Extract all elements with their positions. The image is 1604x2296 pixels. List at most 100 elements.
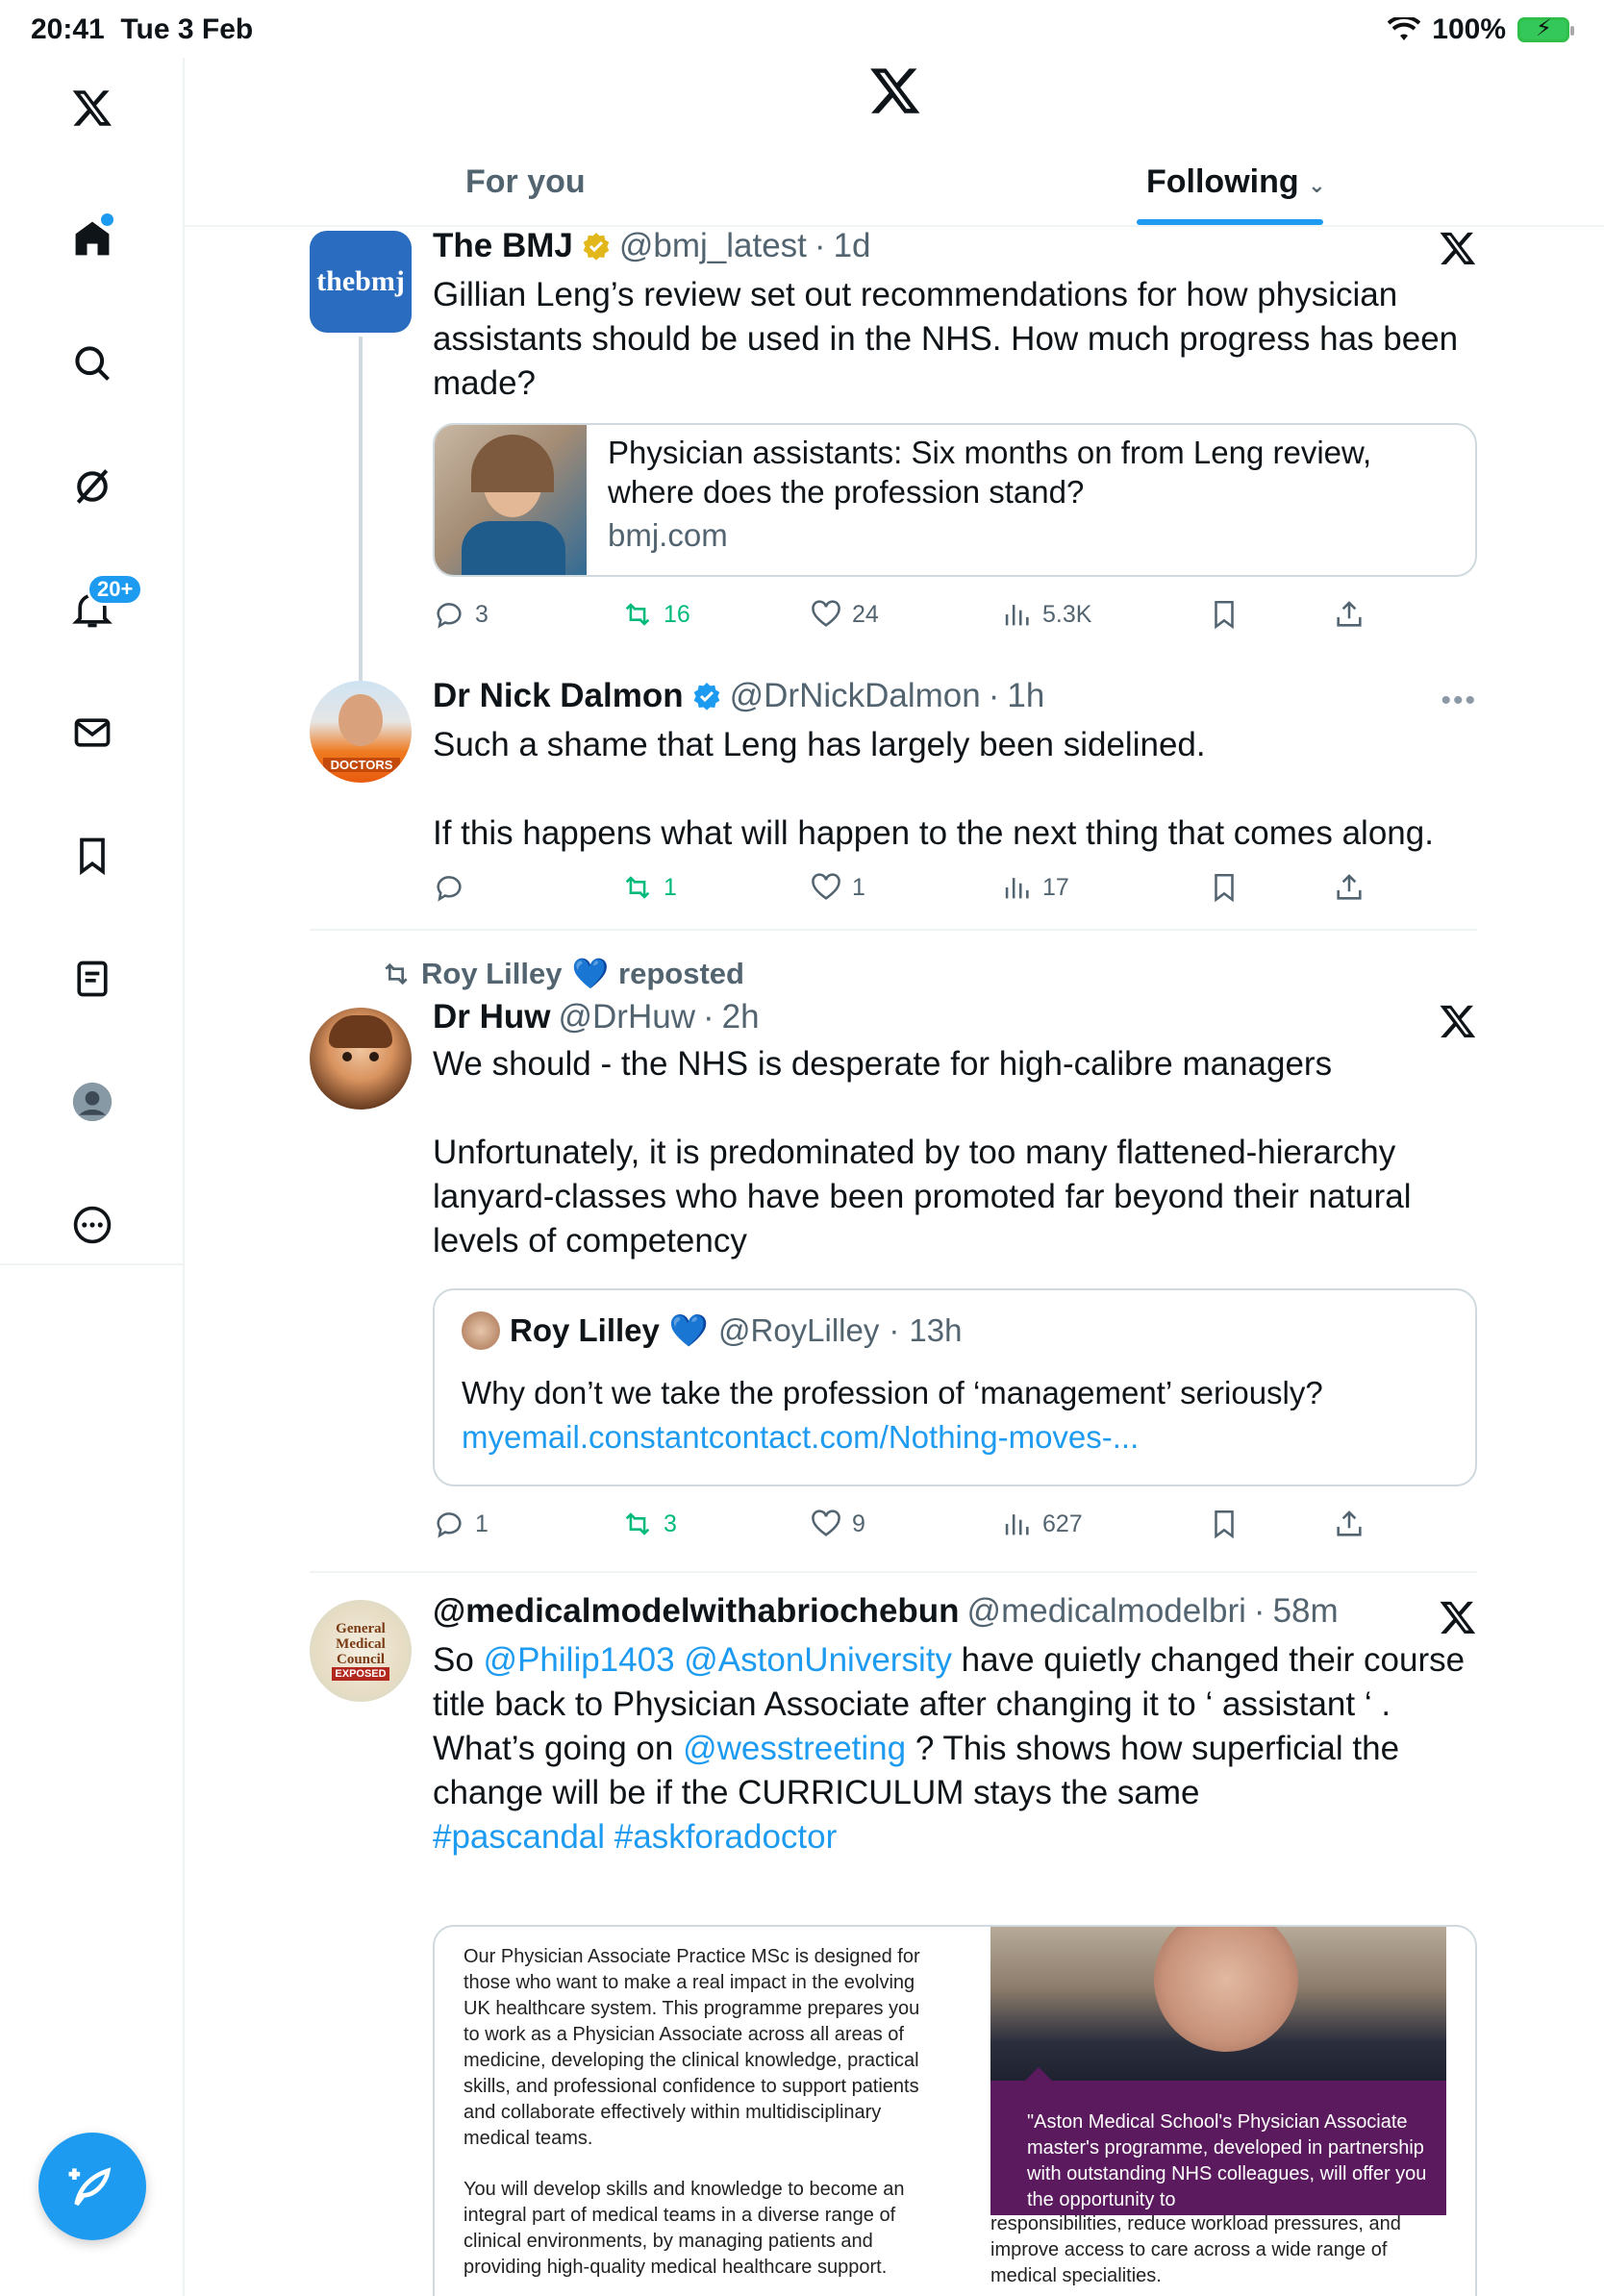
repost-context[interactable]: Roy Lilley 💙 reposted — [381, 956, 744, 991]
link-card[interactable]: Physician assistants: Six months on from… — [433, 423, 1477, 577]
post-bmj[interactable]: thebmj The BMJ @bmj_latest · 1d Gillian … — [310, 227, 1477, 774]
post-text-line-2: Unfortunately, it is predominated by too… — [433, 1134, 1412, 1260]
views-count: 17 — [1042, 873, 1069, 901]
sidebar-item-search[interactable] — [58, 329, 127, 398]
verified-gold-icon — [583, 233, 610, 261]
views-button[interactable]: 627 — [1000, 1508, 1083, 1540]
post-actions: 3 16 24 5.3K — [433, 598, 1362, 636]
text-segment: What’s going on — [433, 1730, 684, 1767]
views-count: 5.3K — [1042, 600, 1092, 628]
bookmark-button[interactable] — [1208, 598, 1241, 631]
like-button[interactable]: 1 — [810, 871, 865, 904]
avatar-hair — [329, 1015, 392, 1048]
post-text-line-2: If this happens what will happen to the … — [433, 814, 1434, 852]
post-time[interactable]: 58m — [1273, 1592, 1339, 1631]
mention-wesstreeting[interactable]: @wesstreeting — [683, 1730, 906, 1767]
bookmark-icon — [1215, 873, 1234, 903]
reply-button[interactable]: 1 — [433, 1508, 489, 1540]
post-time[interactable]: 2h — [722, 998, 760, 1036]
avatar-medicalmodel[interactable]: General Medical Council EXPOSED — [310, 1600, 412, 1702]
author-handle[interactable]: @DrHuw — [559, 998, 695, 1036]
views-button[interactable]: 17 — [1000, 871, 1069, 904]
bookmark-icon — [1215, 600, 1234, 630]
author-name[interactable]: Dr Huw — [433, 998, 551, 1036]
sidebar-item-home[interactable] — [58, 204, 127, 273]
author-handle[interactable]: @medicalmodelbri — [967, 1592, 1246, 1631]
x-logo-icon[interactable] — [58, 73, 127, 142]
hashtags[interactable]: #pascandal #askforadoctor — [433, 1818, 837, 1856]
sidebar-item-lists[interactable] — [58, 944, 127, 1013]
share-button[interactable] — [1333, 871, 1366, 904]
quoted-post-time[interactable]: 13h — [909, 1312, 962, 1349]
timeline-tabs: For you Following ⌄ — [185, 154, 1604, 227]
post-time[interactable]: 1d — [834, 227, 871, 265]
repost-button[interactable]: 3 — [621, 1508, 677, 1540]
share-button[interactable] — [1333, 1508, 1366, 1540]
verified-blue-icon — [693, 683, 719, 711]
like-button[interactable]: 24 — [810, 598, 879, 631]
tab-for-you[interactable]: For you — [465, 163, 586, 201]
share-button[interactable] — [1333, 598, 1366, 631]
like-count: 1 — [852, 873, 865, 901]
blue-heart-icon: 💙 — [668, 1311, 709, 1348]
post-header: Dr Huw @DrHuw · 2h — [433, 998, 760, 1036]
avatar-roy-lilley[interactable] — [462, 1311, 500, 1350]
views-icon — [1005, 1514, 1029, 1535]
post-dr-huw[interactable]: Roy Lilley 💙 reposted Dr Huw @DrHuw · 2h… — [310, 956, 1477, 1571]
separator-dot: · — [988, 677, 1000, 714]
author-handle[interactable]: @DrNickDalmon — [730, 677, 981, 715]
compose-post-button[interactable] — [38, 2133, 146, 2240]
views-button[interactable]: 5.3K — [1000, 598, 1091, 631]
post-image[interactable]: Our Physician Associate Practice MSc is … — [433, 1925, 1477, 2296]
like-count: 9 — [852, 1510, 865, 1537]
repost-button[interactable]: 16 — [621, 598, 690, 631]
author-name[interactable]: The BMJ — [433, 227, 573, 265]
home-notification-dot — [101, 213, 113, 226]
mention-astonuniversity[interactable]: @AstonUniversity — [684, 1641, 952, 1679]
avatar-dr-huw[interactable] — [310, 1008, 412, 1110]
author-handle[interactable]: @bmj_latest — [619, 227, 807, 265]
sidebar-item-messages[interactable] — [58, 698, 127, 767]
author-name[interactable]: @medicalmodelwithabriochebun — [433, 1592, 960, 1631]
post-nick-dalmon[interactable]: DOCTORS Dr Nick Dalmon @DrNickDalmon · 1… — [310, 677, 1477, 921]
quoted-post-link[interactable]: myemail.constantcontact.com/Nothing-move… — [462, 1415, 1139, 1460]
sidebar-item-bookmarks[interactable] — [58, 821, 127, 890]
sidebar-item-profile[interactable] — [58, 1067, 127, 1136]
repost-button[interactable]: 1 — [621, 871, 677, 904]
avatar-bmj[interactable]: thebmj — [310, 231, 412, 333]
bookmark-button[interactable] — [1208, 871, 1241, 904]
repost-small-icon — [385, 962, 408, 985]
quoted-author-name[interactable]: Roy Lilley — [510, 1312, 660, 1349]
status-right: 100% ⚡ — [1388, 13, 1574, 46]
battery-icon: ⚡ — [1517, 15, 1574, 42]
quoted-post[interactable]: Roy Lilley 💙 @RoyLilley · 13h Why don’t … — [433, 1288, 1477, 1486]
post-time[interactable]: 1h — [1007, 677, 1044, 715]
avatar-banner-text: DOCTORS — [323, 758, 400, 772]
post-medicalmodel[interactable]: General Medical Council EXPOSED @medical… — [310, 1592, 1477, 2296]
tab-following[interactable]: Following ⌄ — [1146, 163, 1326, 201]
sidebar-item-notifications[interactable]: 20+ — [58, 573, 144, 644]
author-name[interactable]: Dr Nick Dalmon — [433, 677, 684, 715]
reply-button[interactable]: 3 — [433, 598, 489, 631]
more-options-icon[interactable]: ••• — [1441, 685, 1477, 717]
mention-philip1403[interactable]: @Philip1403 — [484, 1641, 675, 1679]
grok-icon — [76, 469, 109, 504]
quoted-post-header: Roy Lilley 💙 @RoyLilley · 13h — [462, 1311, 962, 1350]
reply-button[interactable] — [433, 871, 475, 904]
sidebar-item-grok[interactable] — [58, 452, 127, 521]
x-logo-header-icon[interactable] — [868, 63, 922, 117]
wifi-icon — [1388, 17, 1421, 40]
link-card-domain: bmj.com — [608, 517, 728, 553]
avatar-nick-dalmon[interactable]: DOCTORS — [310, 681, 412, 783]
image-quote-box: "Aston Medical School's Physician Associ… — [990, 2067, 1446, 2215]
blue-heart-icon: 💙 — [571, 957, 610, 990]
repost-by-name: Roy Lilley — [421, 956, 563, 990]
views-count: 627 — [1042, 1510, 1083, 1537]
chevron-down-icon[interactable]: ⌄ — [1308, 173, 1325, 197]
like-button[interactable]: 9 — [810, 1508, 865, 1540]
heart-icon — [812, 1510, 840, 1536]
sidebar-item-more[interactable] — [58, 1190, 127, 1260]
avatar-eye-left — [342, 1052, 352, 1061]
quoted-author-handle[interactable]: @RoyLilley — [718, 1312, 879, 1349]
bookmark-button[interactable] — [1208, 1508, 1241, 1540]
